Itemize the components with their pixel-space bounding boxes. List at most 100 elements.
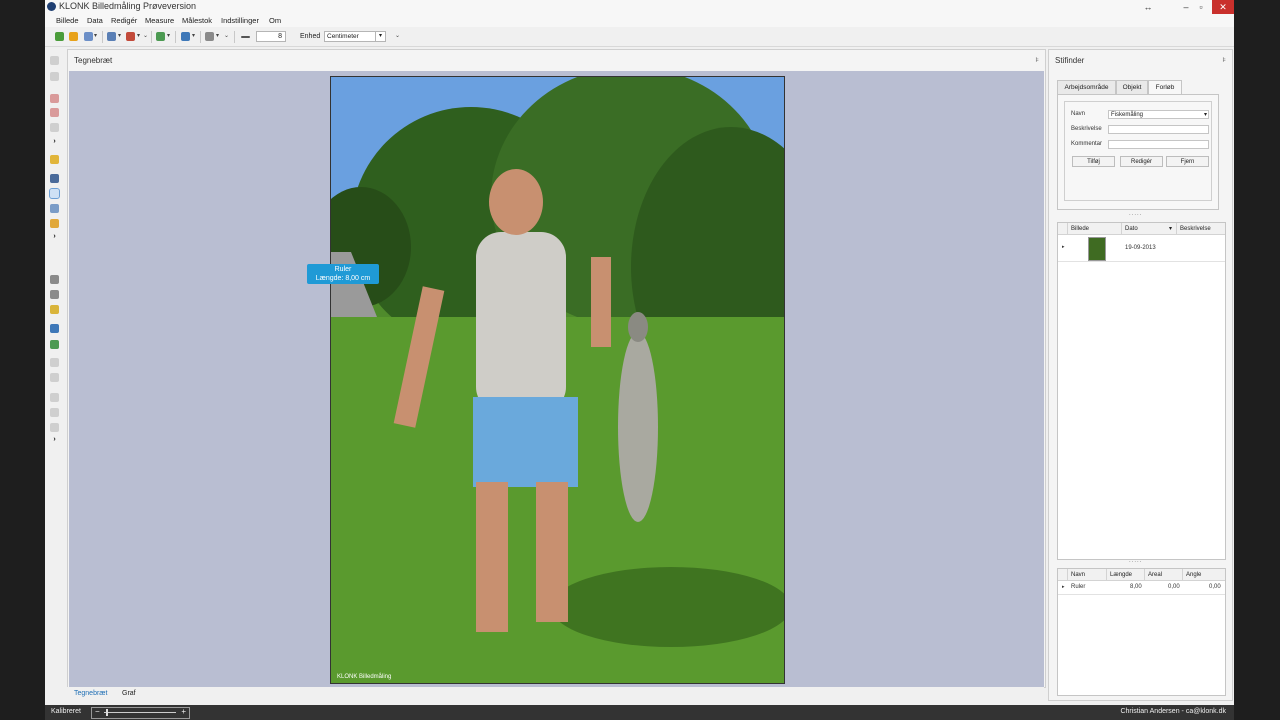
kommentar-input[interactable]: [1108, 140, 1209, 149]
toolbar-divider: [234, 31, 235, 43]
chevron-right-icon[interactable]: ›: [50, 137, 59, 146]
zoom-out-icon[interactable]: [50, 290, 59, 299]
close-button[interactable]: ✕: [1212, 0, 1234, 14]
crop-icon[interactable]: [50, 174, 59, 183]
rotate-right-icon[interactable]: [50, 373, 59, 382]
paste-icon[interactable]: [50, 108, 59, 117]
grid-header-navn[interactable]: Navn: [1068, 569, 1107, 581]
zoom-knob[interactable]: [106, 709, 108, 716]
chevron-down-icon[interactable]: ▾: [118, 32, 121, 39]
filter-icon[interactable]: [50, 393, 59, 402]
menu-data[interactable]: Data: [87, 16, 103, 25]
open-image-icon[interactable]: [55, 32, 64, 41]
export-icon[interactable]: [156, 32, 165, 41]
chevron-down-icon[interactable]: ▾: [94, 32, 97, 39]
tilfoej-button[interactable]: Tilføj: [1072, 156, 1115, 167]
chevron-right-icon[interactable]: ›: [50, 435, 59, 444]
pointer-icon[interactable]: [50, 155, 59, 164]
polyline-icon[interactable]: [50, 204, 59, 213]
measurement-label[interactable]: Ruler Længde: 8,00 cm: [307, 264, 379, 284]
menu-measure[interactable]: Measure: [145, 16, 174, 25]
zoom-slider[interactable]: − +: [91, 707, 190, 719]
save-icon[interactable]: [107, 32, 116, 41]
grid-header-beskrivelse[interactable]: Beskrivelse: [1177, 223, 1225, 235]
chevron-down-icon[interactable]: ▾: [167, 32, 170, 39]
table-row[interactable]: ▸ Ruler 8,00 0,00 0,00: [1058, 581, 1225, 595]
chevron-down-icon[interactable]: ▾: [216, 32, 219, 39]
chevron-down-icon[interactable]: ⌄: [143, 32, 148, 39]
pin-icon[interactable]: ⊧: [1035, 56, 1039, 64]
fjern-button[interactable]: Fjern: [1166, 156, 1209, 167]
form-container: Navn Fiskemåling ▾ Beskrivelse Kommentar…: [1057, 94, 1219, 210]
zoom-in-icon[interactable]: [50, 275, 59, 284]
splitter-handle[interactable]: .....: [1129, 558, 1142, 564]
navn-label: Navn: [1071, 111, 1086, 117]
app-logo-icon: [47, 2, 56, 11]
menu-billede[interactable]: Billede: [56, 16, 79, 25]
cut-icon[interactable]: [50, 94, 59, 103]
delete-icon[interactable]: [126, 32, 135, 41]
angle-icon[interactable]: [50, 123, 59, 132]
grid-header-areal[interactable]: Areal: [1145, 569, 1183, 581]
row-date: 19-09-2013: [1125, 245, 1156, 251]
rediger-button[interactable]: Redigér: [1120, 156, 1163, 167]
tab-tegnebraet[interactable]: Tegnebræt: [70, 690, 111, 697]
unit-select-value: Centimeter: [327, 33, 359, 40]
layers-icon[interactable]: [50, 340, 59, 349]
chevron-down-icon[interactable]: ⌄: [395, 32, 400, 39]
zoom-select-icon[interactable]: [50, 305, 59, 314]
menu-rediger[interactable]: Redigér: [111, 16, 137, 25]
copy-icon[interactable]: [50, 72, 59, 81]
splitter-handle[interactable]: .....: [1129, 211, 1142, 217]
toolbar-divider: [151, 31, 152, 43]
menu-om[interactable]: Om: [269, 16, 281, 25]
grid-header-billede[interactable]: Billede: [1068, 223, 1122, 235]
canvas-area[interactable]: KLONK Billedmåling Ruler Længde: 8,00 cm: [69, 71, 1044, 687]
chevron-right-icon[interactable]: ›: [50, 232, 59, 241]
zoom-in-icon[interactable]: +: [181, 707, 186, 716]
restore-button[interactable]: ▫: [1190, 0, 1212, 14]
navn-select[interactable]: Fiskemåling ▾: [1108, 110, 1209, 119]
rotate-left-icon[interactable]: [50, 358, 59, 367]
chevron-down-icon[interactable]: ▾: [375, 32, 385, 41]
toolbar-divider: [175, 31, 176, 43]
title-bar: KLONK Billedmåling Prøveversion ↔ – ▫ ✕: [45, 0, 1234, 14]
line-style-icon[interactable]: [205, 32, 214, 41]
tab-arbejdsomraade[interactable]: Arbejdsområde: [1057, 80, 1116, 94]
toolbar: ▾ ▾ ▾ ⌄ ▾ ▾ ▾ ⌄ 8 Enhed Centimeter ▾ ⌄: [45, 28, 1234, 47]
fit-icon[interactable]: [50, 324, 59, 333]
undo-icon[interactable]: [50, 56, 59, 65]
table-row[interactable]: ▸ 19-09-2013: [1058, 235, 1225, 262]
chevron-down-icon[interactable]: ▾: [137, 32, 140, 39]
zoom-out-icon[interactable]: −: [95, 707, 100, 716]
tab-objekt[interactable]: Objekt: [1116, 80, 1148, 94]
chevron-down-icon[interactable]: ⌄: [224, 32, 229, 39]
pin-icon[interactable]: ⊧: [1222, 56, 1226, 64]
chevron-down-icon[interactable]: ▾: [192, 32, 195, 39]
grid-header-angle[interactable]: Angle: [1183, 569, 1225, 581]
watermark: KLONK Billedmåling: [337, 674, 392, 680]
resize-icon[interactable]: ↔: [1137, 0, 1159, 14]
grid-icon[interactable]: [50, 408, 59, 417]
menu-malestok[interactable]: Målestok: [182, 16, 212, 25]
zoom-track[interactable]: [104, 712, 176, 713]
tab-graf[interactable]: Graf: [118, 690, 140, 697]
menu-indstillinger[interactable]: Indstillinger: [221, 16, 259, 25]
camera-icon[interactable]: [84, 32, 93, 41]
chevron-down-icon[interactable]: ▾: [1204, 111, 1207, 119]
line-width-input[interactable]: 8: [256, 31, 286, 42]
unit-select[interactable]: Centimeter ▾: [324, 31, 386, 42]
unit-label: Enhed: [300, 33, 321, 40]
paint-icon[interactable]: [50, 219, 59, 228]
tab-forloeb[interactable]: Forløb: [1148, 80, 1182, 95]
beskrivelse-input[interactable]: [1108, 125, 1209, 134]
photo-image[interactable]: KLONK Billedmåling: [330, 76, 785, 684]
grid-header-laengde[interactable]: Længde: [1107, 569, 1145, 581]
sort-down-icon[interactable]: ▾: [1169, 225, 1172, 232]
ruler-tool-icon[interactable]: [49, 188, 60, 199]
grid-header-corner: [1058, 569, 1068, 581]
add-image-icon[interactable]: [69, 32, 78, 41]
transform-icon[interactable]: [50, 423, 59, 432]
drawing-board-panel: Tegnebræt ⊧ KLONK Billedmåling Ruler Læn…: [67, 49, 1046, 688]
table-icon[interactable]: [181, 32, 190, 41]
